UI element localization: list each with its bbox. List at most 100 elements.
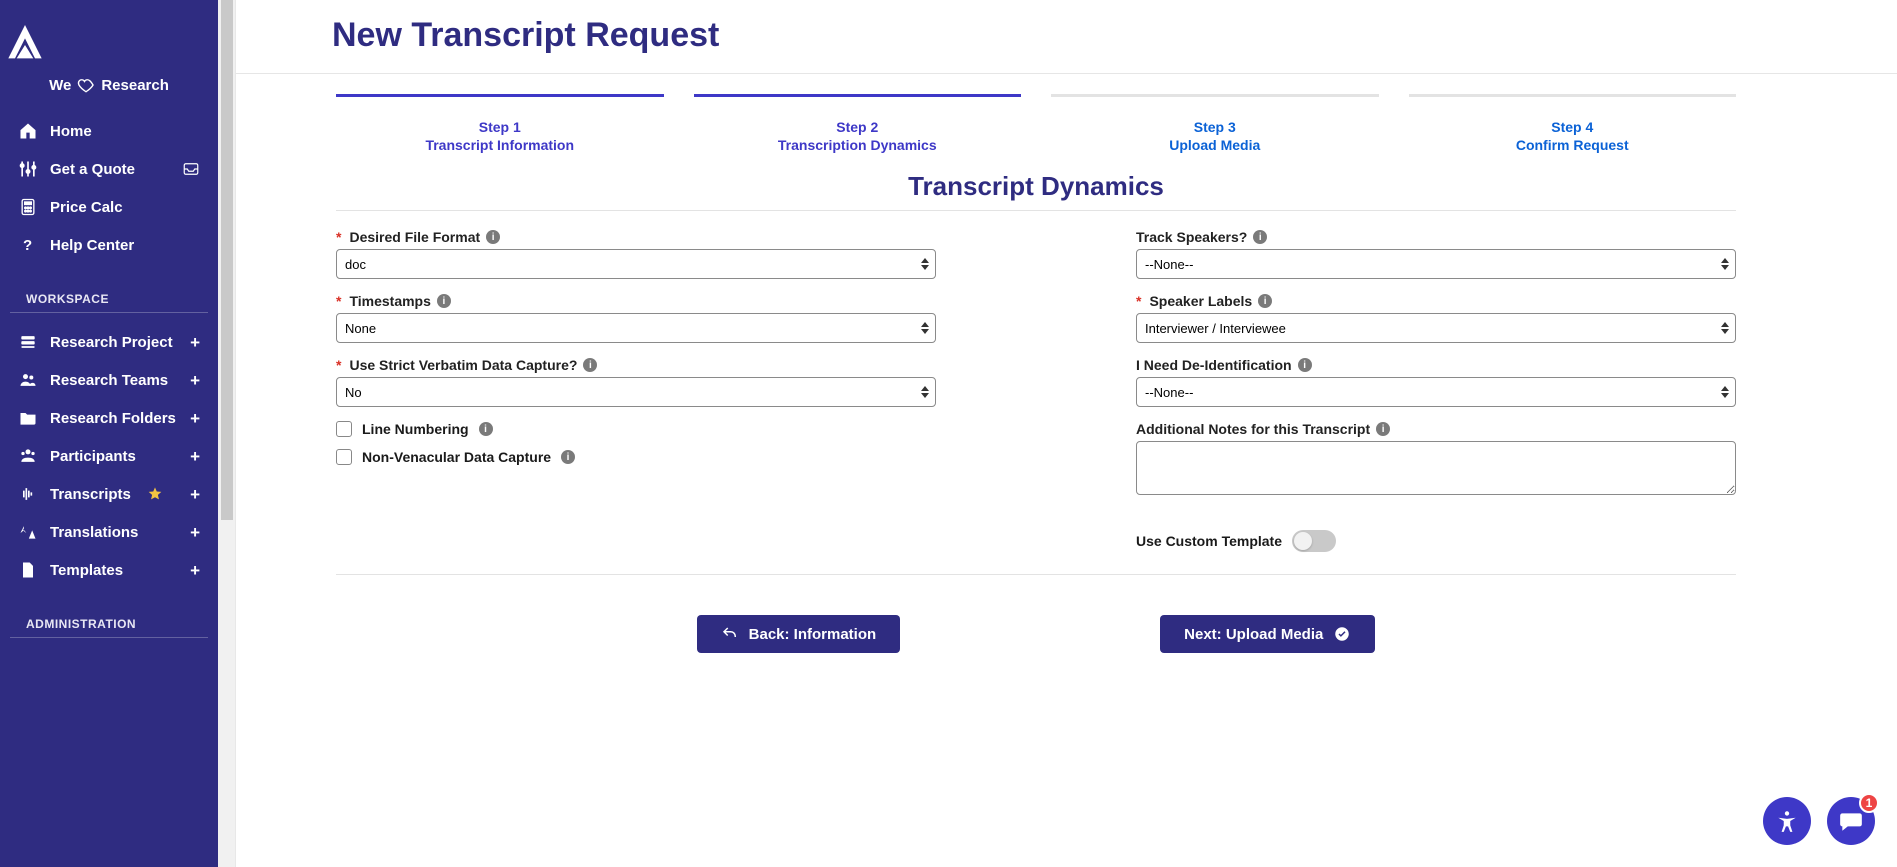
- required-marker: *: [1136, 293, 1141, 309]
- custom-template-toggle[interactable]: [1292, 530, 1336, 552]
- nonvernacular-checkbox[interactable]: [336, 449, 352, 465]
- sidebar-item-label: Help Center: [50, 237, 134, 254]
- sidebar-item-price-calc[interactable]: Price Calc: [12, 188, 206, 226]
- sidebar-item-label: Research Folders: [50, 410, 176, 427]
- inbox-icon: [182, 160, 200, 178]
- step-label: Confirm Request: [1409, 137, 1737, 153]
- info-icon[interactable]: i: [479, 422, 493, 436]
- sidebar-item-research-teams[interactable]: Research Teams +: [12, 361, 206, 399]
- sidebar-item-help-center[interactable]: ? Help Center: [12, 226, 206, 264]
- speaker-labels-select[interactable]: [1136, 313, 1736, 343]
- sidebar-item-research-project[interactable]: Research Project +: [12, 323, 206, 361]
- info-icon[interactable]: i: [1253, 230, 1267, 244]
- button-label: Next: Upload Media: [1184, 626, 1323, 643]
- sidebar-item-label: Transcripts: [50, 486, 131, 503]
- back-button[interactable]: Back: Information: [697, 615, 901, 653]
- step-num: Step 4: [1409, 119, 1737, 135]
- field-timestamps: * Timestamps i: [336, 293, 936, 343]
- svg-text:?: ?: [23, 237, 32, 254]
- sidebar-item-label: Participants: [50, 448, 136, 465]
- next-button[interactable]: Next: Upload Media: [1160, 615, 1375, 653]
- step-1[interactable]: Step 1 Transcript Information: [336, 94, 664, 153]
- sliders-icon: [18, 159, 38, 179]
- field-speaker-labels: * Speaker Labels i: [1136, 293, 1736, 343]
- info-icon[interactable]: i: [486, 230, 500, 244]
- plus-icon[interactable]: +: [190, 448, 200, 465]
- field-label-text: Use Custom Template: [1136, 533, 1282, 549]
- field-label-text: Track Speakers?: [1136, 229, 1247, 245]
- plus-icon[interactable]: +: [190, 486, 200, 503]
- file-format-select[interactable]: [336, 249, 936, 279]
- sidebar-item-research-folders[interactable]: Research Folders +: [12, 399, 206, 437]
- field-label-text: Non-Venacular Data Capture: [362, 449, 551, 465]
- deidentification-select[interactable]: [1136, 377, 1736, 407]
- info-icon[interactable]: i: [1258, 294, 1272, 308]
- step-2[interactable]: Step 2 Transcription Dynamics: [694, 94, 1022, 153]
- sidebar-item-label: Research Project: [50, 334, 173, 351]
- sidebar-item-templates[interactable]: Templates +: [12, 551, 206, 589]
- plus-icon[interactable]: +: [190, 562, 200, 579]
- divider: [336, 210, 1736, 211]
- info-icon[interactable]: i: [1298, 358, 1312, 372]
- section-title: Transcript Dynamics: [336, 171, 1736, 202]
- field-additional-notes: Additional Notes for this Transcript i: [1136, 421, 1736, 500]
- field-label-text: Additional Notes for this Transcript: [1136, 421, 1370, 437]
- field-strict-verbatim: * Use Strict Verbatim Data Capture? i: [336, 357, 936, 407]
- star-icon: [147, 486, 163, 502]
- step-label: Transcription Dynamics: [694, 137, 1022, 153]
- tagline-right: Research: [101, 77, 169, 94]
- sidebar-item-transcripts[interactable]: Transcripts +: [12, 475, 206, 513]
- brand-logo-icon: [0, 20, 50, 70]
- step-3[interactable]: Step 3 Upload Media: [1051, 94, 1379, 153]
- home-icon: [18, 121, 38, 141]
- accessibility-fab[interactable]: [1763, 797, 1811, 845]
- plus-icon[interactable]: +: [190, 334, 200, 351]
- page-title: New Transcript Request: [236, 0, 1897, 73]
- info-icon[interactable]: i: [561, 450, 575, 464]
- logo: [0, 12, 218, 76]
- divider: [336, 574, 1736, 575]
- sidebar-item-label: Get a Quote: [50, 161, 135, 178]
- stack-icon: [18, 332, 38, 352]
- chat-icon: [1838, 808, 1864, 834]
- sidebar-item-translations[interactable]: Translations +: [12, 513, 206, 551]
- sidebar-item-home[interactable]: Home: [12, 112, 206, 150]
- question-icon: ?: [18, 235, 38, 255]
- sidebar-item-label: Home: [50, 123, 92, 140]
- field-track-speakers: Track Speakers? i: [1136, 229, 1736, 279]
- sidebar-item-label: Translations: [50, 524, 138, 541]
- sidebar-item-participants[interactable]: Participants +: [12, 437, 206, 475]
- step-4[interactable]: Step 4 Confirm Request: [1409, 94, 1737, 153]
- section-header-workspace: WORKSPACE: [10, 282, 208, 313]
- button-label: Back: Information: [749, 626, 877, 643]
- track-speakers-select[interactable]: [1136, 249, 1736, 279]
- timestamps-select[interactable]: [336, 313, 936, 343]
- accessibility-icon: [1774, 808, 1800, 834]
- plus-icon[interactable]: +: [190, 410, 200, 427]
- info-icon[interactable]: i: [437, 294, 451, 308]
- sidebar-item-get-quote[interactable]: Get a Quote: [12, 150, 206, 188]
- waveform-icon: [18, 484, 38, 504]
- plus-icon[interactable]: +: [190, 524, 200, 541]
- strict-verbatim-select[interactable]: [336, 377, 936, 407]
- calculator-icon: [18, 197, 38, 217]
- sidebar-item-label: Templates: [50, 562, 123, 579]
- main-content: New Transcript Request Step 1 Transcript…: [236, 0, 1897, 867]
- info-icon[interactable]: i: [1376, 422, 1390, 436]
- required-marker: *: [336, 229, 341, 245]
- sidebar-scrollbar[interactable]: [218, 0, 236, 867]
- additional-notes-input[interactable]: [1136, 441, 1736, 495]
- folder-icon: [18, 408, 38, 428]
- chat-fab[interactable]: 1: [1827, 797, 1875, 845]
- field-label-text: Use Strict Verbatim Data Capture?: [349, 357, 577, 373]
- plus-icon[interactable]: +: [190, 372, 200, 389]
- sidebar-item-label: Price Calc: [50, 199, 123, 216]
- tagline: We Research: [0, 76, 218, 94]
- info-icon[interactable]: i: [583, 358, 597, 372]
- line-numbering-checkbox[interactable]: [336, 421, 352, 437]
- document-icon: [18, 560, 38, 580]
- translate-icon: [18, 522, 38, 542]
- people-icon: [18, 446, 38, 466]
- required-marker: *: [336, 293, 341, 309]
- step-label: Upload Media: [1051, 137, 1379, 153]
